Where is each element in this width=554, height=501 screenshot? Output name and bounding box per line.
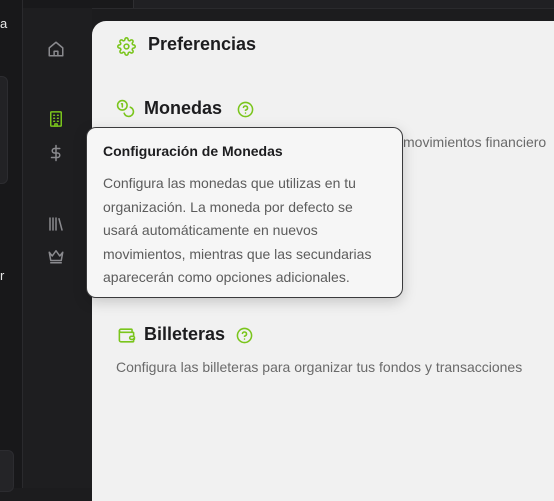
gear-icon xyxy=(116,36,136,56)
outer-label-fragment: a xyxy=(0,16,8,31)
outer-label-fragment-2: r xyxy=(0,268,5,283)
help-icon-billeteras[interactable] xyxy=(235,326,253,344)
outer-sidebar xyxy=(0,0,23,488)
page-title: Preferencias xyxy=(148,34,257,54)
monedas-description: movimientos financiero xyxy=(403,134,547,150)
tooltip-line: usará automáticamente en nuevos xyxy=(103,222,318,238)
help-icon[interactable] xyxy=(236,100,254,118)
monedas-title: Monedas xyxy=(144,98,223,118)
crown-icon[interactable] xyxy=(46,246,66,266)
wallet-icon xyxy=(116,325,136,345)
billeteras-title: Billeteras xyxy=(144,324,226,344)
tooltip-body: Configura las monedas que utilizas en tu… xyxy=(103,172,386,290)
tooltip-line: Configura las monedas que utilizas en tu xyxy=(103,175,356,191)
outer-card xyxy=(0,76,8,184)
billeteras-description: Configura las billeteras para organizar … xyxy=(116,359,523,375)
home-icon[interactable] xyxy=(46,39,66,59)
top-bar xyxy=(23,0,554,9)
coins-icon xyxy=(115,98,135,118)
top-bar-segment xyxy=(133,0,554,8)
monedas-tooltip: Configuración de Monedas Configura las m… xyxy=(86,127,403,298)
building-icon[interactable] xyxy=(46,109,66,129)
tooltip-line: organización. La moneda por defecto se xyxy=(103,198,353,215)
library-icon[interactable] xyxy=(46,214,66,234)
tooltip-title: Configuración de Monedas xyxy=(103,143,283,159)
dollar-icon[interactable] xyxy=(46,143,66,163)
tooltip-line: aparecerán como opciones adicionales. xyxy=(103,269,350,285)
outer-bottom-card[interactable] xyxy=(0,450,14,492)
tooltip-line: movimientos, mientras que las secundaria… xyxy=(103,245,372,262)
